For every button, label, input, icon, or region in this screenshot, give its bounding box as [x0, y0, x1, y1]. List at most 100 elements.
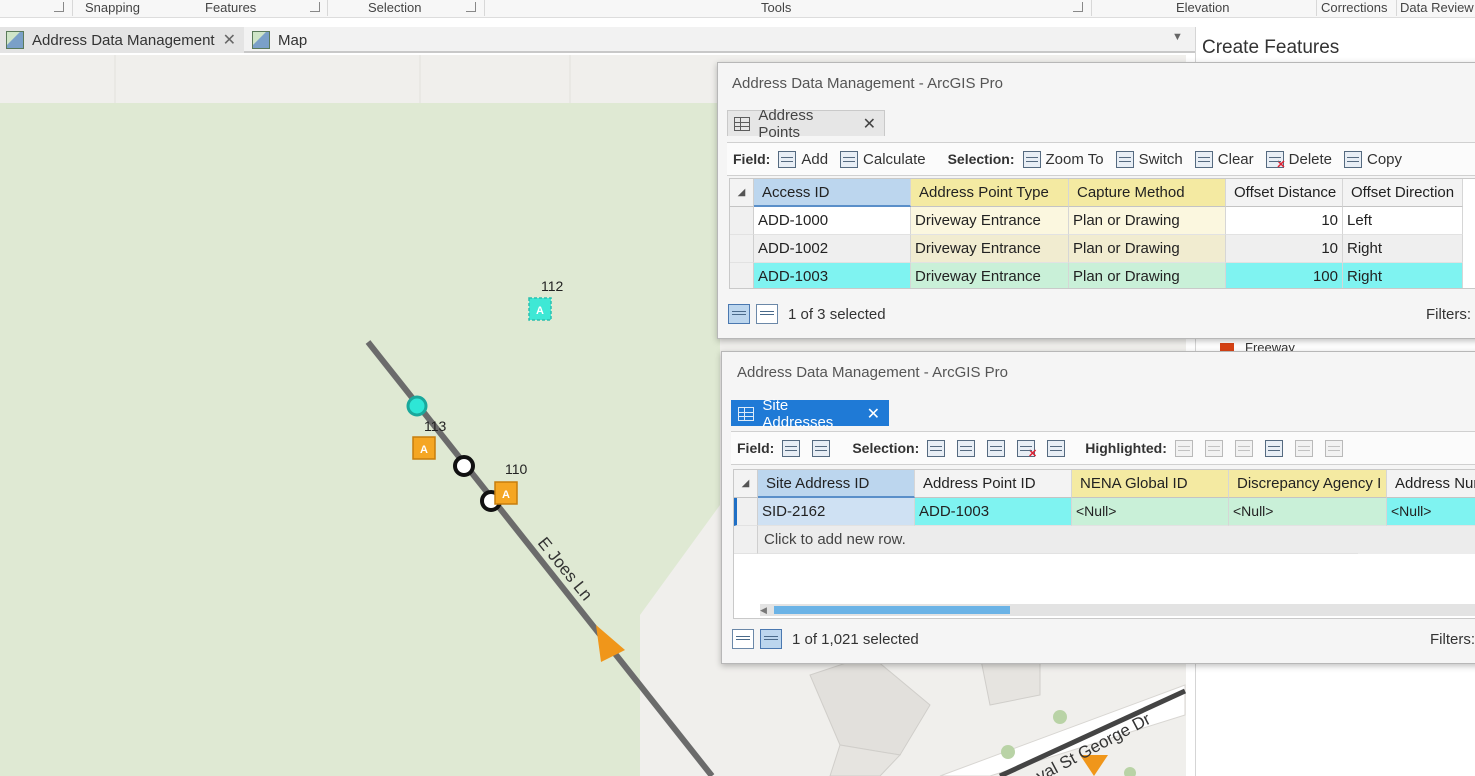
row-selector[interactable] — [730, 235, 754, 263]
dialog-launcher-icon[interactable] — [1073, 2, 1083, 12]
table-cell[interactable]: Right — [1343, 235, 1463, 263]
address-point-glyph: A — [502, 489, 510, 501]
chevron-down-icon[interactable]: ▼ — [1172, 31, 1183, 43]
selected-vertex — [406, 395, 428, 417]
select-all-icon[interactable]: ◢ — [734, 470, 758, 498]
highlight-clear-icon — [1294, 439, 1313, 457]
tree-symbol — [1053, 710, 1067, 724]
scroll-left-icon[interactable]: ◀ — [760, 606, 767, 615]
table-cell[interactable]: Driveway Entrance — [911, 235, 1069, 263]
column-header[interactable]: Site Address ID — [758, 470, 915, 498]
filters-label[interactable]: Filters: — [1430, 631, 1475, 648]
add-row-prompt[interactable]: Click to add new row. — [758, 526, 1358, 554]
horizontal-scrollbar[interactable]: ◀ — [760, 604, 1475, 616]
table-row-selected[interactable]: ADD-1003 Driveway Entrance Plan or Drawi… — [730, 263, 1463, 288]
clear-button[interactable]: Clear — [1194, 150, 1254, 168]
table-tab-label: Site Addresses — [762, 396, 834, 431]
copy-button[interactable]: Copy — [1344, 150, 1402, 168]
column-header[interactable]: Address Point Type — [911, 179, 1069, 207]
table-cell[interactable]: Plan or Drawing — [1069, 263, 1226, 288]
table-cell[interactable]: Plan or Drawing — [1069, 207, 1226, 235]
ribbon-group-data-review: Data Review — [1400, 0, 1474, 15]
close-icon[interactable]: ✕ — [223, 30, 236, 50]
table-row[interactable]: ADD-1000 Driveway Entrance Plan or Drawi… — [730, 207, 1463, 235]
table-toolbar: Field: Selection: ✕ Highlighted: — [731, 431, 1475, 465]
table-cell[interactable]: Right — [1343, 263, 1463, 288]
zoom-to-icon[interactable] — [927, 439, 946, 457]
column-header[interactable]: Discrepancy Agency I — [1229, 470, 1387, 498]
table-cell[interactable]: Driveway Entrance — [911, 207, 1069, 235]
show-selected-records-icon[interactable] — [756, 304, 778, 324]
table-cell[interactable]: Plan or Drawing — [1069, 235, 1226, 263]
attribute-grid: ◢ Access ID Address Point Type Capture M… — [729, 178, 1475, 289]
table-toolbar: Field: Add Calculate Selection: Zoom To … — [727, 142, 1475, 176]
add-new-row[interactable]: Click to add new row. — [734, 526, 1475, 554]
row-selector[interactable] — [730, 263, 754, 288]
table-cell[interactable]: SID-2162 — [758, 498, 915, 526]
add-field-icon[interactable] — [782, 439, 801, 457]
table-cell[interactable]: ADD-1000 — [754, 207, 911, 235]
row-selector — [734, 526, 758, 554]
view-tab-map[interactable]: Map — [246, 27, 326, 53]
highlight-reselect-icon[interactable] — [1264, 439, 1283, 457]
attribute-table-window-address-points[interactable]: Address Data Management - ArcGIS Pro Add… — [717, 62, 1475, 339]
row-selector[interactable] — [730, 207, 754, 235]
show-all-records-icon[interactable] — [728, 304, 750, 324]
table-cell[interactable]: <Null> — [1229, 498, 1387, 526]
table-cell[interactable]: ADD-1002 — [754, 235, 911, 263]
zoom-to-button[interactable]: Zoom To — [1022, 150, 1104, 168]
switch-button[interactable]: Switch — [1115, 150, 1183, 168]
group-separator — [1091, 0, 1092, 16]
column-header[interactable]: Capture Method — [1069, 179, 1226, 207]
copy-icon[interactable] — [1047, 439, 1066, 457]
table-cell[interactable]: Left — [1343, 207, 1463, 235]
delete-icon[interactable]: ✕ — [1017, 439, 1037, 459]
select-all-icon[interactable]: ◢ — [730, 179, 754, 207]
table-cell[interactable]: <Null> — [1072, 498, 1229, 526]
delete-button[interactable]: ✕ Delete — [1265, 150, 1332, 170]
table-row-selected[interactable]: SID-2162 ADD-1003 <Null> <Null> <Null> — [734, 498, 1475, 526]
attribute-table-window-site-addresses[interactable]: Address Data Management - ArcGIS Pro Sit… — [721, 351, 1475, 664]
calculate-button[interactable]: Calculate — [840, 150, 926, 168]
table-cell[interactable]: Driveway Entrance — [911, 263, 1069, 288]
table-cell[interactable]: 100 — [1226, 263, 1343, 288]
dialog-launcher-icon[interactable] — [466, 2, 476, 12]
ribbon-group-features: Features — [205, 0, 257, 15]
address-label-113: 113 — [424, 418, 447, 434]
column-header[interactable]: Access ID — [754, 179, 911, 207]
table-row[interactable]: ADD-1002 Driveway Entrance Plan or Drawi… — [730, 235, 1463, 263]
group-separator — [72, 0, 73, 16]
table-cell[interactable]: 10 — [1226, 207, 1343, 235]
show-selected-records-icon[interactable] — [760, 629, 782, 649]
view-tab-address-data-management[interactable]: Address Data Management ✕ — [0, 27, 244, 53]
selection-count: 1 of 3 selected — [788, 305, 886, 323]
field-label: Field: — [733, 151, 771, 167]
column-header[interactable]: Address Point ID — [915, 470, 1072, 498]
highlighted-label: Highlighted: — [1085, 440, 1167, 456]
add-field-button[interactable]: Add — [778, 150, 828, 168]
show-all-records-icon[interactable] — [732, 629, 754, 649]
close-icon[interactable]: ✕ — [867, 404, 880, 424]
row-selector[interactable] — [734, 498, 758, 526]
add-field-icon — [778, 150, 797, 168]
switch-selection-icon[interactable] — [957, 439, 976, 457]
column-header[interactable]: Offset Direction — [1343, 179, 1463, 207]
table-cell[interactable]: <Null> — [1387, 498, 1475, 526]
column-header[interactable]: NENA Global ID — [1072, 470, 1229, 498]
table-status-bar: 1 of 1,021 selected Filters: — [722, 623, 1475, 655]
table-tab-site-addresses[interactable]: Site Addresses ✕ — [731, 397, 889, 431]
table-cell[interactable]: 10 — [1226, 235, 1343, 263]
dialog-launcher-icon[interactable] — [54, 2, 64, 12]
table-tab-address-points[interactable]: Address Points ✕ — [727, 107, 885, 141]
table-cell[interactable]: ADD-1003 — [915, 498, 1072, 526]
clear-selection-icon[interactable] — [987, 439, 1006, 457]
close-icon[interactable]: ✕ — [863, 114, 876, 134]
clear-selection-icon — [1194, 150, 1213, 168]
table-cell[interactable]: ADD-1003 — [754, 263, 911, 288]
calculate-icon[interactable] — [812, 439, 831, 457]
filters-label[interactable]: Filters: — [1426, 306, 1471, 323]
scrollbar-thumb[interactable] — [774, 606, 1010, 614]
column-header[interactable]: Offset Distance — [1226, 179, 1343, 207]
dialog-launcher-icon[interactable] — [310, 2, 320, 12]
column-header[interactable]: Address Nur — [1387, 470, 1475, 498]
